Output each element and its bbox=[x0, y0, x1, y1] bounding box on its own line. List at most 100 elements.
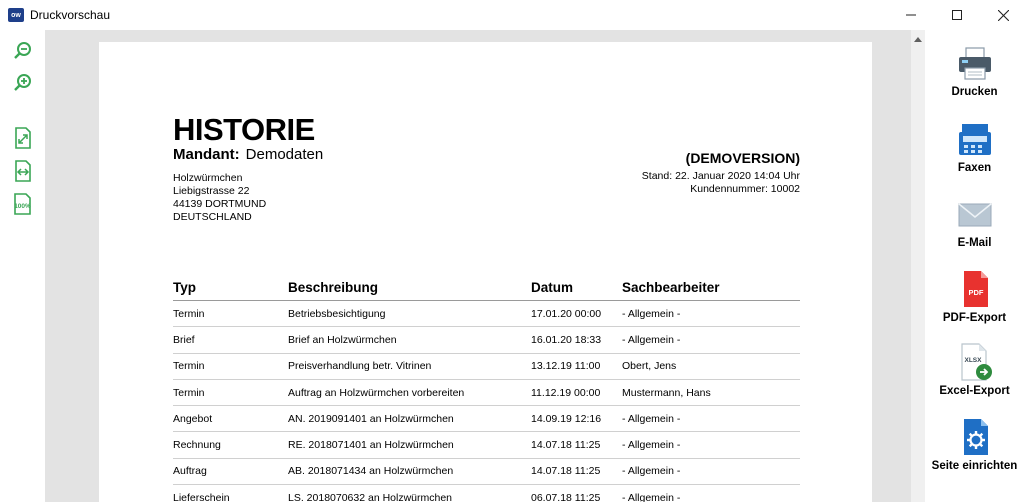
fit-width-button[interactable] bbox=[12, 160, 34, 182]
cell-datum: 17.01.20 00:00 bbox=[531, 307, 602, 320]
cell-sachbearbeiter: Mustermann, Hans bbox=[622, 386, 711, 399]
close-button[interactable] bbox=[980, 0, 1024, 30]
cell-typ: Termin bbox=[173, 360, 205, 373]
table-row: Lieferschein LS. 2018070632 an Holzwürmc… bbox=[173, 485, 800, 502]
cell-datum: 14.07.18 11:25 bbox=[531, 465, 601, 478]
table-row: Termin Auftrag an Holzwürmchen vorbereit… bbox=[173, 380, 800, 407]
cell-datum: 14.07.18 11:25 bbox=[531, 439, 601, 452]
cell-datum: 13.12.19 11:00 bbox=[531, 360, 601, 373]
table-row: Brief Brief an Holzwürmchen 16.01.20 18:… bbox=[173, 327, 800, 354]
table-row: Angebot AN. 2019091401 an Holzwürmchen 1… bbox=[173, 406, 800, 433]
page-setup-icon bbox=[963, 419, 988, 455]
maximize-icon bbox=[952, 10, 962, 20]
zoom-in-icon bbox=[14, 74, 31, 91]
document-title: HISTORIE bbox=[173, 112, 315, 147]
cell-sachbearbeiter: - Allgemein - bbox=[622, 307, 681, 320]
cell-typ: Angebot bbox=[173, 412, 213, 425]
cell-beschreibung: LS. 2018070632 an Holzwürmchen bbox=[288, 491, 453, 502]
close-icon bbox=[997, 9, 1009, 21]
cell-typ: Brief bbox=[173, 333, 195, 346]
table-row: Termin Betriebsbesichtigung 17.01.20 00:… bbox=[173, 301, 800, 328]
vertical-scrollbar[interactable] bbox=[911, 30, 925, 502]
minimize-button[interactable] bbox=[888, 0, 934, 30]
title-bar: ow Druckvorschau bbox=[0, 0, 1024, 30]
scroll-up-button[interactable] bbox=[911, 32, 925, 46]
cell-typ: Auftrag bbox=[173, 465, 207, 478]
pdf-export-label: PDF-Export bbox=[942, 312, 1007, 324]
zoom-out-icon bbox=[14, 42, 31, 59]
cell-sachbearbeiter: - Allgemein - bbox=[622, 412, 681, 425]
pdf-icon: PDF bbox=[963, 271, 988, 307]
zoom-100-button[interactable]: 100% bbox=[12, 193, 34, 215]
mandant-line: Mandant: Demodaten bbox=[173, 146, 323, 163]
pdf-badge: PDF bbox=[968, 288, 983, 297]
fit-page-icon bbox=[15, 127, 31, 149]
print-button[interactable]: Drucken bbox=[925, 44, 1024, 114]
cell-beschreibung: Brief an Holzwürmchen bbox=[288, 333, 397, 346]
chevron-up-icon bbox=[914, 36, 922, 42]
page-setup-label: Seite einrichten bbox=[931, 460, 1018, 472]
cell-datum: 16.01.20 18:33 bbox=[531, 333, 602, 346]
pdf-export-button[interactable]: PDF PDF-Export bbox=[925, 270, 1024, 340]
left-toolbar: 100% bbox=[0, 30, 45, 502]
minimize-icon bbox=[906, 14, 916, 16]
fit-width-icon bbox=[15, 160, 31, 182]
cell-sachbearbeiter: - Allgemein - bbox=[622, 439, 681, 452]
cell-beschreibung: Auftrag an Holzwürmchen vorbereiten bbox=[288, 386, 465, 399]
page-setup-button[interactable]: Seite einrichten bbox=[925, 418, 1024, 488]
table-row: Auftrag AB. 2018071434 an Holzwürmchen 1… bbox=[173, 459, 800, 486]
email-button[interactable]: E-Mail bbox=[925, 195, 1024, 265]
preview-area[interactable]: HISTORIE Mandant: Demodaten Holzwürmchen … bbox=[45, 30, 911, 502]
excel-badge: XLSX bbox=[964, 357, 982, 364]
cell-datum: 06.07.18 11:25 bbox=[531, 491, 601, 502]
address-line: Liebigstrasse 22 bbox=[173, 185, 250, 197]
zoom-out-button[interactable] bbox=[12, 40, 34, 62]
printer-icon bbox=[958, 47, 991, 80]
stand-date: Stand: 22. Januar 2020 14:04 Uhr bbox=[641, 170, 800, 182]
cell-typ: Termin bbox=[173, 386, 205, 399]
cell-typ: Termin bbox=[173, 307, 205, 320]
cell-sachbearbeiter: - Allgemein - bbox=[622, 333, 681, 346]
app-icon: ow bbox=[8, 8, 24, 22]
document-page: HISTORIE Mandant: Demodaten Holzwürmchen … bbox=[99, 42, 872, 502]
excel-icon: XLSX bbox=[960, 343, 992, 381]
table-header: Typ Beschreibung Datum Sachbearbeiter bbox=[173, 274, 800, 301]
table-row: Rechnung RE. 2018071401 an Holzwürmchen … bbox=[173, 432, 800, 459]
maximize-button[interactable] bbox=[934, 0, 980, 30]
cell-beschreibung: AB. 2018071434 an Holzwürmchen bbox=[288, 465, 454, 478]
fit-page-button[interactable] bbox=[12, 127, 34, 149]
column-header-sachbearbeiter: Sachbearbeiter bbox=[622, 279, 720, 295]
cell-sachbearbeiter: Obert, Jens bbox=[622, 360, 677, 373]
print-label: Drucken bbox=[951, 86, 998, 98]
excel-export-button[interactable]: XLSX Excel-Export bbox=[925, 343, 1024, 413]
demo-version-label: (DEMOVERSION) bbox=[685, 150, 800, 166]
column-header-datum: Datum bbox=[531, 279, 574, 295]
zoom-in-button[interactable] bbox=[12, 72, 34, 94]
zoom-100-icon: 100% bbox=[14, 193, 31, 215]
stand-block: Stand: 22. Januar 2020 14:04 Uhr Kundenn… bbox=[642, 170, 800, 196]
fax-button[interactable]: Faxen bbox=[925, 120, 1024, 190]
customer-number: Kundennummer: 10002 bbox=[690, 183, 800, 195]
cell-sachbearbeiter: - Allgemein - bbox=[622, 491, 681, 502]
excel-export-label: Excel-Export bbox=[939, 385, 1010, 397]
fax-icon bbox=[958, 124, 991, 155]
cell-sachbearbeiter: - Allgemein - bbox=[622, 465, 681, 478]
history-table: Typ Beschreibung Datum Sachbearbeiter Te… bbox=[173, 274, 800, 502]
mandant-value: Demodaten bbox=[245, 146, 324, 163]
cell-beschreibung: AN. 2019091401 an Holzwürmchen bbox=[288, 412, 454, 425]
cell-datum: 14.09.19 12:16 bbox=[531, 412, 602, 425]
mail-icon bbox=[957, 203, 992, 227]
address-line: 44139 DORTMUND bbox=[173, 198, 267, 210]
cell-beschreibung: Betriebsbesichtigung bbox=[288, 307, 386, 320]
address-block: Holzwürmchen Liebigstrasse 22 44139 DORT… bbox=[173, 172, 266, 224]
address-line: DEUTSCHLAND bbox=[173, 211, 252, 223]
column-header-typ: Typ bbox=[173, 279, 196, 295]
cell-beschreibung: Preisverhandlung betr. Vitrinen bbox=[288, 360, 432, 373]
cell-datum: 11.12.19 00:00 bbox=[531, 386, 601, 399]
cell-typ: Lieferschein bbox=[173, 491, 230, 502]
zoom-100-label: 100% bbox=[14, 203, 31, 210]
action-panel: Drucken Faxen E-Mail PDF PDF-Export XLSX… bbox=[925, 30, 1024, 502]
cell-typ: Rechnung bbox=[173, 439, 221, 452]
address-line: Holzwürmchen bbox=[173, 172, 243, 184]
email-label: E-Mail bbox=[957, 237, 992, 249]
